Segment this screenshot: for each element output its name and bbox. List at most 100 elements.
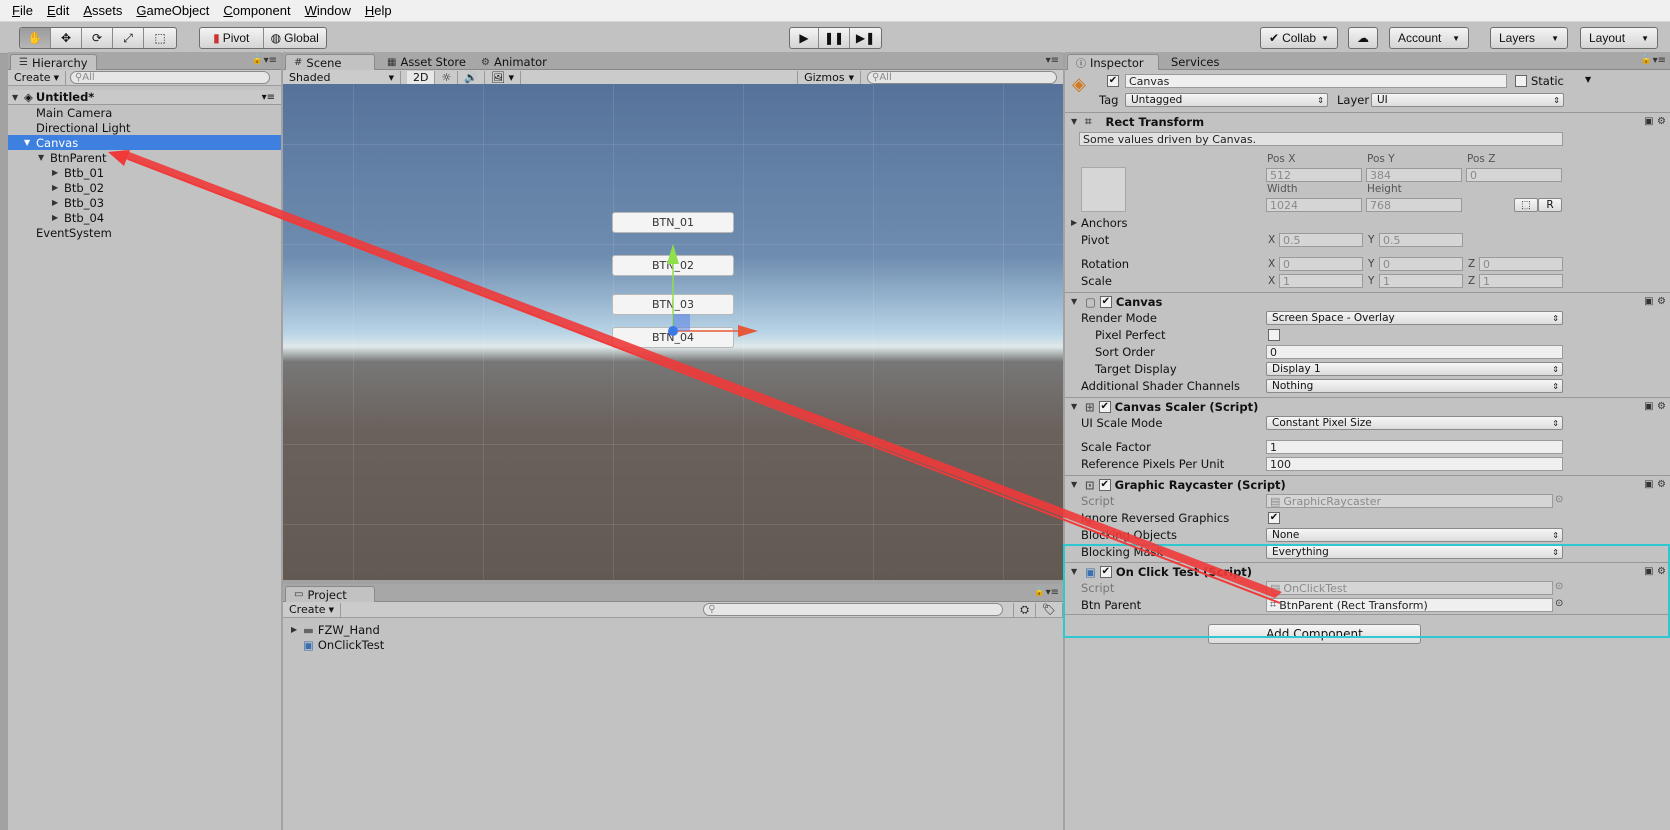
collapse-triangle-icon[interactable]: ▶ [52, 213, 64, 222]
scene-search-input[interactable]: ⚲ All [867, 71, 1057, 84]
canvas-enabled-checkbox[interactable]: ✔ [1099, 295, 1112, 308]
pause-icon[interactable]: ❚❚ [819, 28, 850, 48]
hierarchy-item-btb02[interactable]: ▶ Btb_02 [8, 180, 281, 195]
hierarchy-create-button[interactable]: Create ▼ [8, 70, 66, 85]
raw-edit-button[interactable]: R [1538, 198, 1562, 212]
hierarchy-item-canvas[interactable]: ▼ Canvas [8, 135, 281, 150]
scene-viewport[interactable]: BTN_01 BTN_02 BTN_03 BTN_04 [283, 84, 1063, 580]
hierarchy-item-btnparent[interactable]: ▼ BtnParent [8, 150, 281, 165]
object-name-input[interactable]: Canvas [1125, 74, 1507, 88]
menu-help[interactable]: Help [365, 3, 392, 18]
shader-channels-dropdown[interactable]: Nothing ⇕ [1266, 379, 1563, 393]
shading-dropdown[interactable]: Shaded ▼ [283, 70, 401, 85]
rect-transform-header[interactable]: ▼ ⌗ Rect Transform ▣ ⚙ [1065, 112, 1670, 130]
hand-tool-icon[interactable]: ✋ [20, 28, 51, 48]
active-checkbox[interactable]: ✔ [1107, 75, 1119, 87]
tab-services[interactable]: Services [1163, 54, 1228, 70]
blueprint-mode-icon[interactable]: ⬚ [1514, 198, 1538, 212]
component-settings-icon[interactable]: ▣ ⚙ [1644, 479, 1666, 490]
account-dropdown[interactable]: Account ▼ [1389, 27, 1469, 49]
lock-icon[interactable]: 🔒 [1034, 587, 1045, 597]
lighting-toggle-icon[interactable]: ☼ [435, 70, 459, 85]
expand-triangle-icon[interactable]: ▼ [1071, 402, 1083, 411]
menu-file[interactable]: File [12, 3, 33, 18]
object-picker-icon[interactable]: ⊙ [1555, 598, 1563, 609]
expand-triangle-icon[interactable]: ▼ [1071, 297, 1083, 306]
audio-toggle-icon[interactable]: 🔊 [458, 70, 486, 85]
hierarchy-search-input[interactable]: ⚲ All [69, 71, 270, 84]
tab-project[interactable]: ▭ Project [285, 586, 375, 602]
rotate-tool-icon[interactable]: ⟳ [82, 28, 113, 48]
tab-hierarchy[interactable]: ☰ Hierarchy [10, 54, 97, 70]
canvas-scaler-header[interactable]: ▼ ⊞ ✔ Canvas Scaler (Script) ▣ ⚙ [1065, 397, 1670, 415]
step-icon[interactable]: ▶❚ [850, 28, 881, 48]
project-item-onclicktest[interactable]: ▣ OnClickTest [303, 637, 384, 652]
graphic-raycaster-header[interactable]: ▼ ⊡ ✔ Graphic Raycaster (Script) ▣ ⚙ [1065, 475, 1670, 493]
object-picker-icon[interactable]: ⊙ [1555, 494, 1563, 505]
menu-gameobject[interactable]: GameObject [136, 3, 209, 18]
rotation-x-field[interactable]: 0 [1279, 257, 1363, 271]
scene-menu-icon[interactable]: ▾≡ [262, 92, 275, 103]
effects-dropdown-icon[interactable]: 🖼 ▾ [485, 70, 522, 85]
rotation-z-field[interactable]: 0 [1479, 257, 1563, 271]
btn-parent-field[interactable]: ⌗ BtnParent (Rect Transform) [1266, 598, 1553, 612]
add-component-button[interactable]: Add Component [1208, 624, 1421, 644]
menu-assets[interactable]: Assets [83, 3, 122, 18]
onclicktest-header[interactable]: ▼ ▣ ✔ On Click Test (Script) ▣ ⚙ [1065, 562, 1670, 580]
tab-animator[interactable]: ⚙ Animator [473, 54, 555, 70]
blocking-mask-dropdown[interactable]: Everything ⇕ [1266, 545, 1563, 559]
2d-toggle[interactable]: 2D [407, 70, 436, 85]
project-search-input[interactable]: ⚲ [703, 603, 1004, 616]
cloud-button[interactable]: ☁ [1348, 27, 1378, 49]
panel-menu-icon[interactable]: ▾≡ [1046, 55, 1059, 66]
hierarchy-item-btb04[interactable]: ▶ Btb_04 [8, 210, 281, 225]
tab-inspector[interactable]: ⓘ Inspector [1067, 54, 1159, 70]
pos-y-field[interactable]: 384 [1366, 168, 1462, 182]
canvas-scaler-enabled-checkbox[interactable]: ✔ [1098, 400, 1111, 413]
chevron-down-icon[interactable]: ▼ [1585, 75, 1591, 84]
gizmos-dropdown[interactable]: Gizmos ▼ [797, 70, 861, 85]
layer-dropdown[interactable]: UI ⇕ [1371, 93, 1564, 107]
pivot-y-field[interactable]: 0.5 [1379, 233, 1463, 247]
sort-order-field[interactable]: 0 [1266, 345, 1563, 359]
play-icon[interactable]: ▶ [790, 28, 819, 48]
component-settings-icon[interactable]: ▣ ⚙ [1644, 401, 1666, 412]
ignore-reversed-checkbox[interactable]: ✔ [1268, 512, 1280, 524]
ui-scale-mode-dropdown[interactable]: Constant Pixel Size ⇕ [1266, 416, 1563, 430]
raycaster-enabled-checkbox[interactable]: ✔ [1098, 478, 1111, 491]
scale-y-field[interactable]: 1 [1379, 274, 1463, 288]
project-item-fzw-hand[interactable]: ▶ ▬ FZW_Hand [291, 622, 380, 637]
width-field[interactable]: 1024 [1266, 198, 1362, 212]
lock-icon[interactable]: 🔒 [252, 55, 263, 65]
rect-tool-icon[interactable]: ⬚ [144, 28, 176, 48]
panel-menu-icon[interactable]: ▾≡ [1653, 55, 1666, 66]
panel-menu-icon[interactable]: ▾≡ [264, 55, 277, 66]
project-create-button[interactable]: Create ▼ [283, 602, 341, 617]
panel-menu-icon[interactable]: ▾≡ [1046, 587, 1059, 598]
hierarchy-item-btb03[interactable]: ▶ Btb_03 [8, 195, 281, 210]
onclicktest-enabled-checkbox[interactable]: ✔ [1099, 565, 1112, 578]
height-field[interactable]: 768 [1366, 198, 1462, 212]
move-tool-icon[interactable]: ✥ [51, 28, 82, 48]
pivot-x-field[interactable]: 0.5 [1279, 233, 1363, 247]
raycaster-script-field[interactable]: ▤ GraphicRaycaster [1266, 494, 1553, 508]
ref-ppu-field[interactable]: 100 [1266, 457, 1563, 471]
tag-dropdown[interactable]: Untagged ⇕ [1125, 93, 1328, 107]
collapse-triangle-icon[interactable]: ▶ [52, 198, 64, 207]
object-picker-icon[interactable]: ⊙ [1555, 581, 1563, 592]
expand-triangle-icon[interactable]: ▼ [1071, 117, 1083, 126]
component-settings-icon[interactable]: ▣ ⚙ [1644, 116, 1666, 127]
hierarchy-item-eventsystem[interactable]: EventSystem [8, 225, 281, 240]
scale-x-field[interactable]: 1 [1279, 274, 1363, 288]
pos-z-field[interactable]: 0 [1466, 168, 1562, 182]
tab-asset-store[interactable]: ▦ Asset Store [379, 54, 474, 70]
blocking-objects-dropdown[interactable]: None ⇕ [1266, 528, 1563, 542]
global-toggle[interactable]: ◍ Global [264, 28, 327, 48]
collapse-triangle-icon[interactable]: ▶ [52, 183, 64, 192]
scene-root-row[interactable]: ▼ ◈ Untitled* ▾≡ [8, 90, 281, 105]
menu-component[interactable]: Component [223, 3, 290, 18]
collab-dropdown[interactable]: ✔ Collab ▼ [1260, 27, 1338, 49]
collapse-triangle-icon[interactable]: ▶ [291, 625, 303, 634]
menu-edit[interactable]: Edit [47, 3, 69, 18]
scale-z-field[interactable]: 1 [1479, 274, 1563, 288]
